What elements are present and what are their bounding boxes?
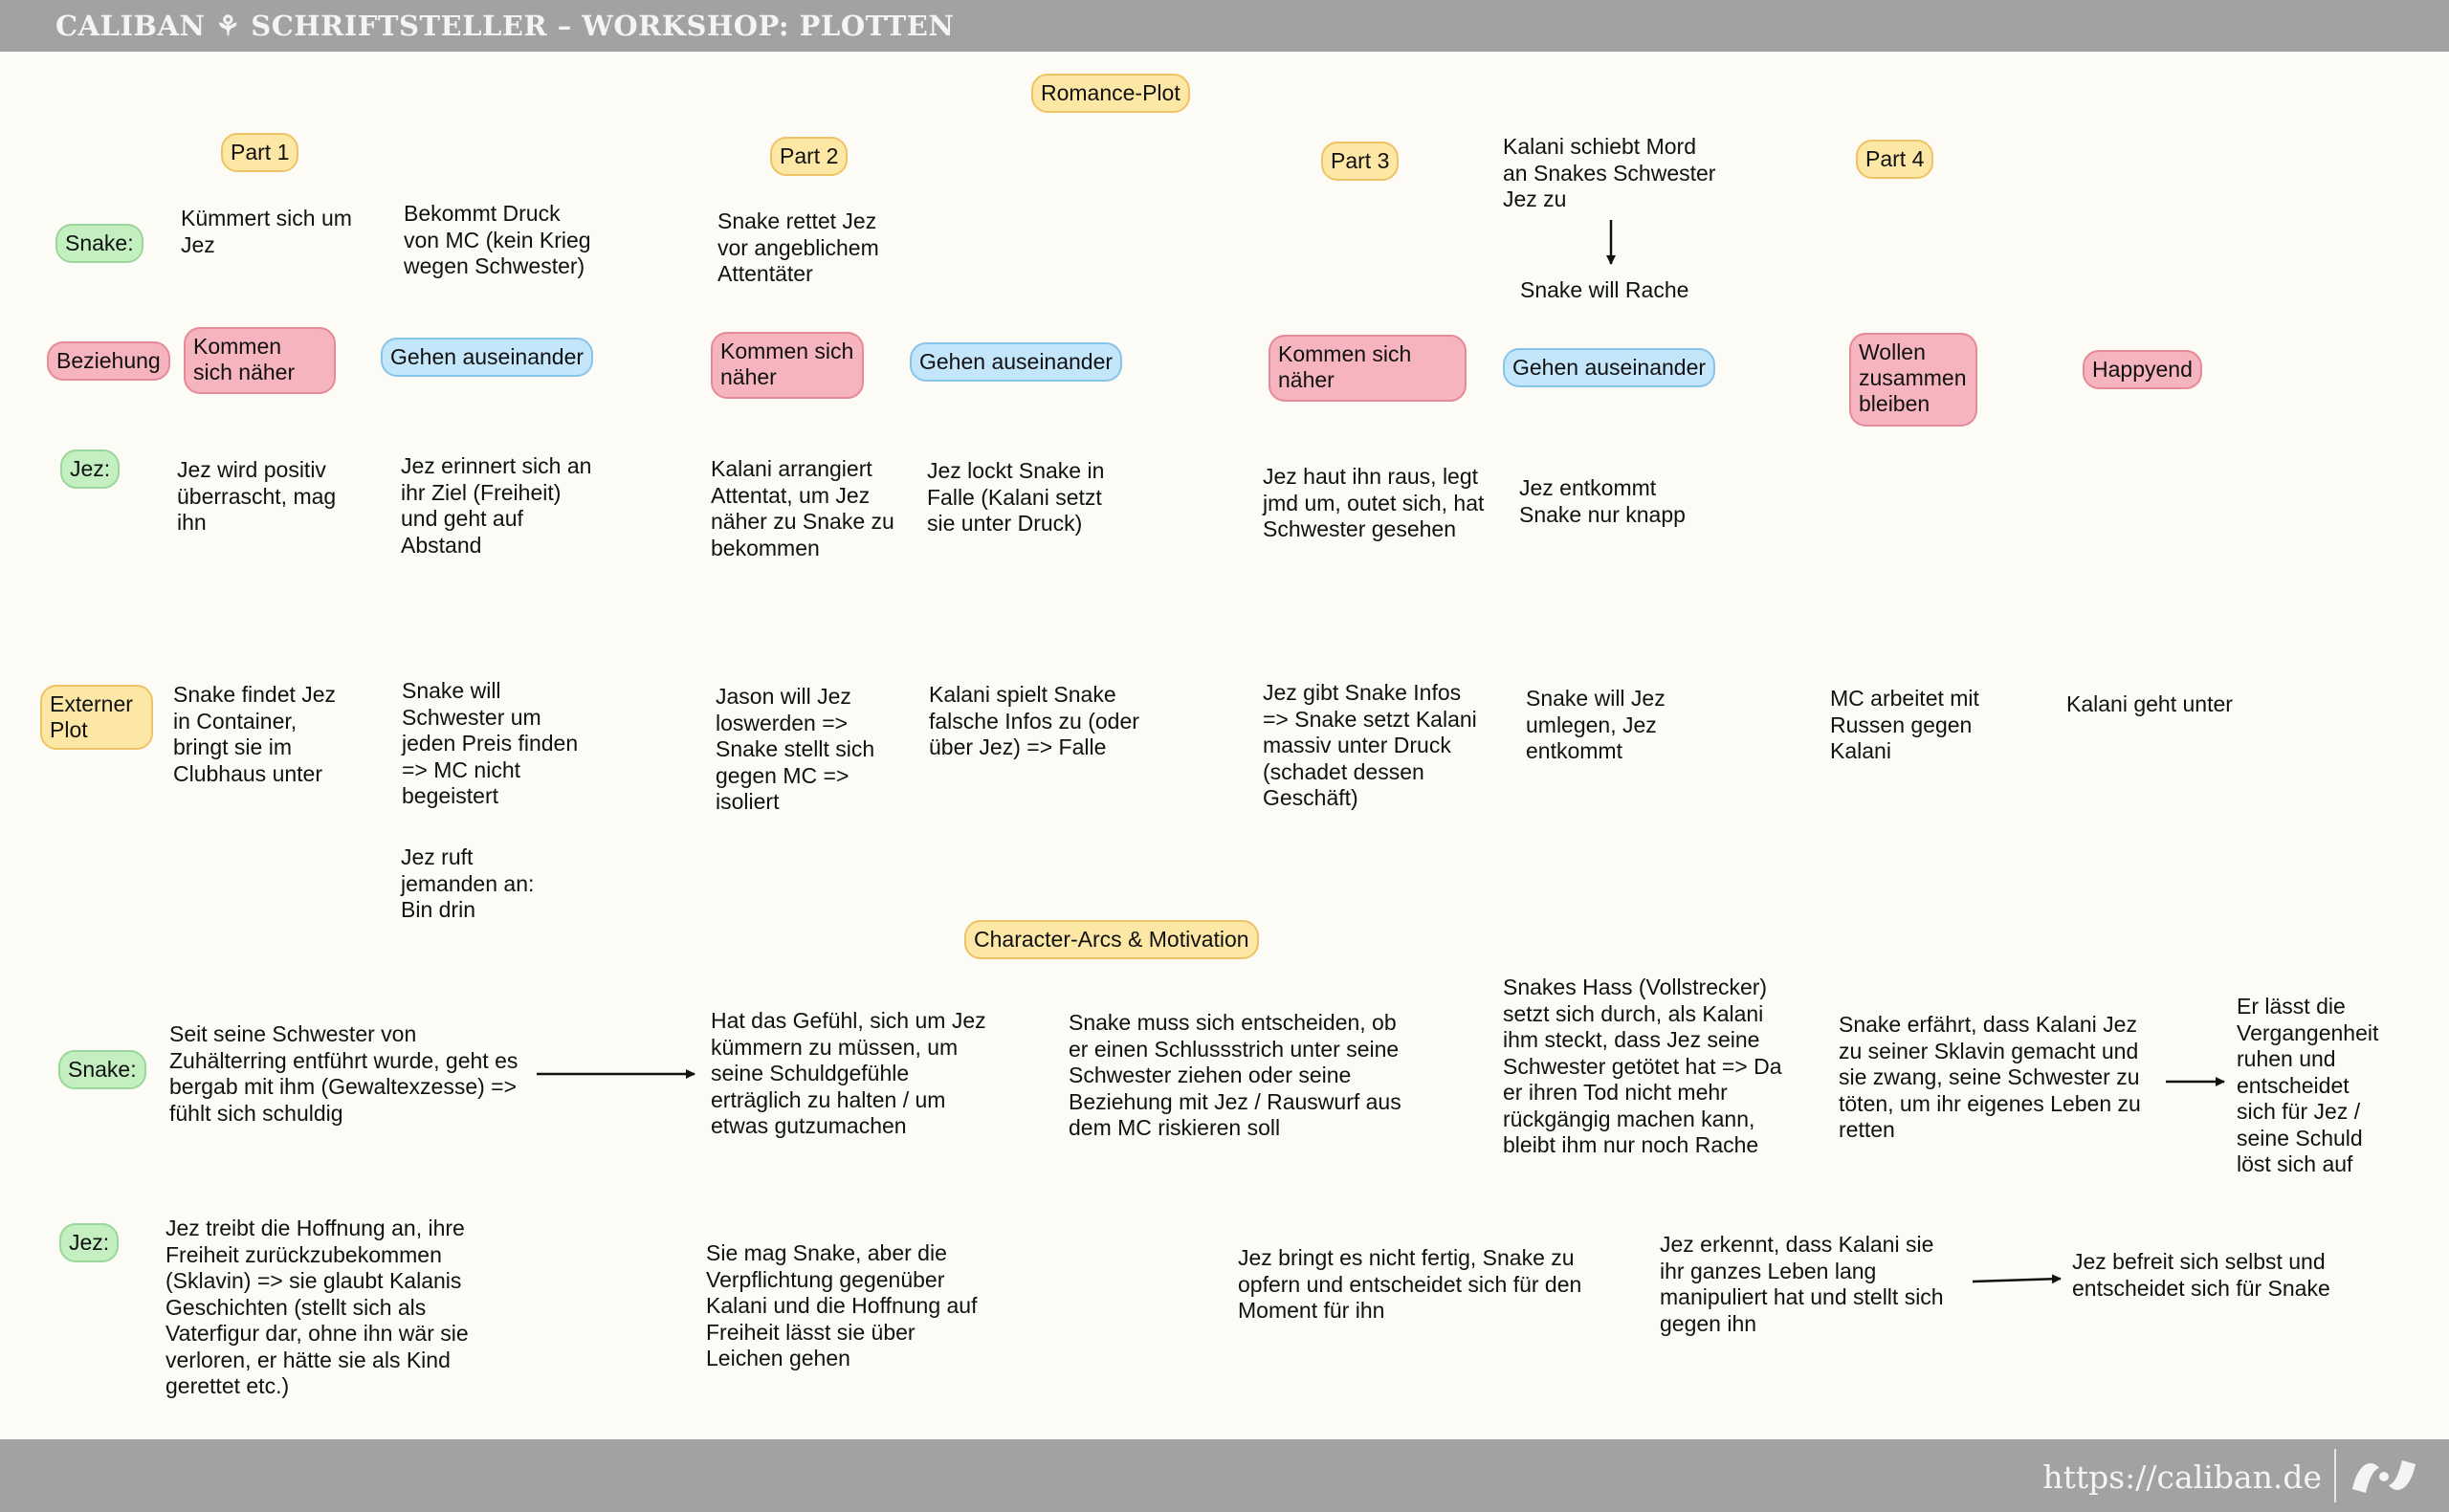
connector-arrows	[537, 220, 2225, 1284]
arrow-jez-arc	[1972, 1274, 2062, 1284]
